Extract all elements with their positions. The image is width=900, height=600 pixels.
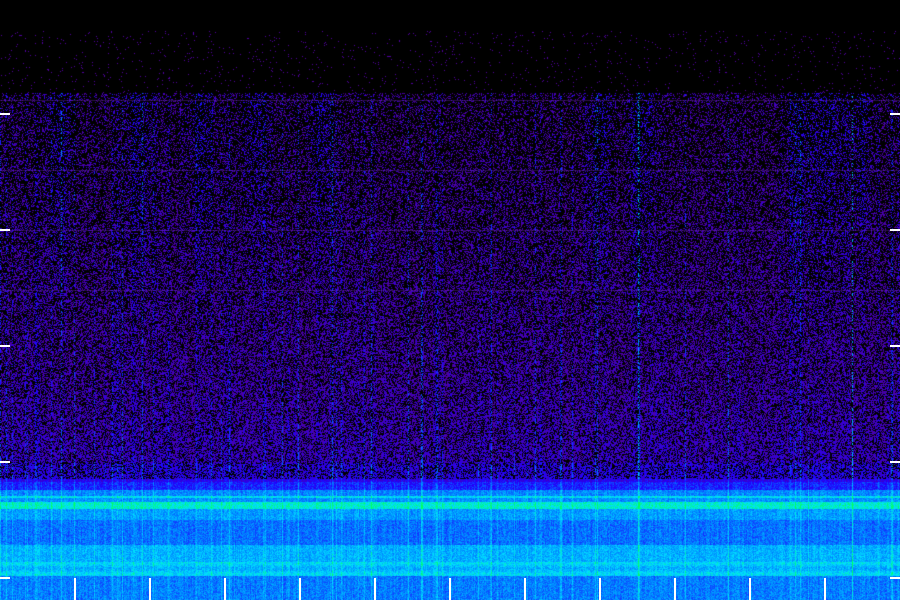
spectrogram-image [0,0,900,600]
spectrogram-plot [0,0,900,600]
